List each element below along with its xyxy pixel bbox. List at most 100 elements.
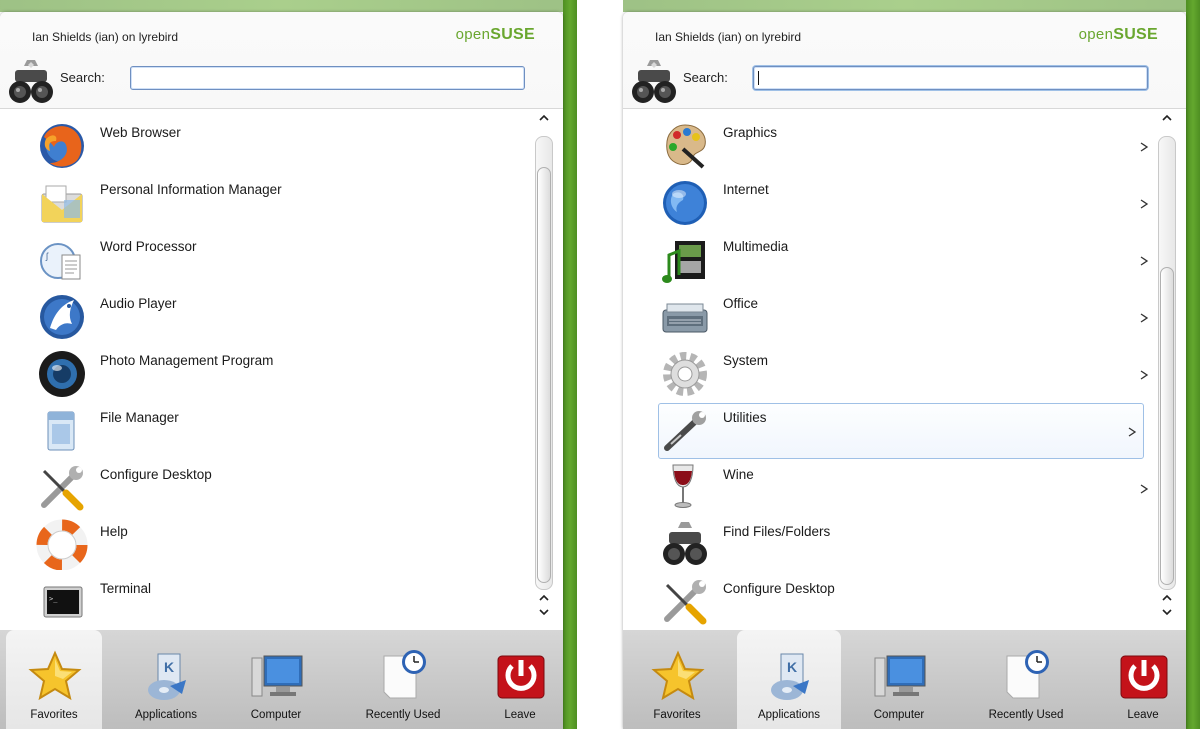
opensuse-logo: openSUSE [455,26,535,43]
list-item-configure-desktop[interactable]: Configure Desktop [659,575,1149,629]
utilities-icon [664,411,706,451]
list-item-label: Internet [723,182,769,197]
submenu-arrow-icon [1140,313,1149,323]
word-processor-icon: ʃ [40,243,81,280]
scrollbar-thumb[interactable] [537,167,551,583]
tab-label: Recently Used [988,709,1064,721]
list-item-label: Web Browser [100,125,181,140]
list-item-configure-desktop[interactable]: Configure Desktop [36,461,526,515]
list-item-label: Configure Desktop [723,581,835,596]
list-item-label: Audio Player [100,296,177,311]
svg-text:K: K [787,659,797,675]
list-item-label: Multimedia [723,239,789,254]
submenu-arrow-icon [1140,199,1149,209]
kickoff-menu-favorites: Ian Shields (ian) on lyrebird openSUSE S… [0,12,563,729]
search-input[interactable] [130,66,525,90]
list-item-label: Office [723,296,759,311]
tab-label: Computer [873,709,925,721]
list-item-label: Word Processor [100,239,197,254]
list-item-label: Graphics [723,125,778,140]
submenu-arrow-icon [1140,256,1149,266]
list-item-audio-player[interactable]: Audio Player [36,290,526,344]
submenu-arrow-icon [1128,427,1137,437]
list-item-wine[interactable]: Wine [659,461,1149,515]
opensuse-logo: openSUSE [1078,26,1158,43]
wine-glass-icon [672,464,694,508]
terminal-icon: >_ [43,586,83,618]
computer-icon [874,655,926,697]
list-item-multimedia[interactable]: Multimedia [659,233,1149,287]
binoculars-icon [9,60,53,103]
list-item-internet[interactable]: Internet [659,176,1149,230]
applications-icon: K [148,653,186,700]
search-label: Search: [60,70,105,85]
list-item-utilities[interactable]: Utilities [658,403,1144,459]
applications-icon: K [771,653,809,700]
list-item-label: Configure Desktop [100,467,212,482]
desktop-background [563,0,577,729]
office-icon [662,303,708,333]
list-item-label: System [723,353,769,368]
list-item-personal-information-manager[interactable]: Personal Information Manager [36,176,526,230]
list-item-label: Find Files/Folders [723,524,831,539]
desktop-background [1186,0,1200,729]
scrollbar-track[interactable] [1158,136,1176,590]
list-item-photo-management-program[interactable]: Photo Management Program [36,347,526,401]
star-icon [28,650,82,701]
list-item-office[interactable]: Office [659,290,1149,344]
tab-computer[interactable]: Computer [851,630,947,729]
tab-label: Leave [504,709,536,721]
tab-favorites[interactable]: Favorites [6,630,102,729]
list-item-web-browser[interactable]: Web Browser [36,119,526,173]
list-item-label: Help [100,524,128,539]
list-item-help[interactable]: Help [36,518,526,572]
scrollbar-thumb[interactable] [1160,267,1174,585]
leave-icon [497,655,545,699]
tab-leave[interactable]: Leave [1095,630,1186,729]
list-item-find-files-folders[interactable]: Find Files/Folders [659,518,1149,572]
menu-header: Ian Shields (ian) on lyrebird openSUSE S… [0,12,563,107]
tab-applications[interactable]: K Applications [118,630,214,729]
graphics-palette-icon [666,124,706,169]
star-icon [651,650,705,701]
scrollbar-track[interactable] [535,136,553,590]
multimedia-icon [662,241,705,283]
user-host-label: Ian Shields (ian) on lyrebird [655,30,802,44]
tab-computer[interactable]: Computer [228,630,324,729]
list-item-word-processor[interactable]: ʃ Word Processor [36,233,526,287]
submenu-arrow-icon [1140,370,1149,380]
tab-label: Favorites [30,709,78,721]
desktop-background [623,0,1186,12]
tab-label: Recently Used [365,709,441,721]
search-input[interactable] [753,66,1148,90]
tab-applications[interactable]: K Applications [737,630,841,729]
tab-leave[interactable]: Leave [472,630,563,729]
scroll-up-down-arrows[interactable] [1161,592,1173,618]
tab-label: Favorites [653,709,701,721]
scroll-up-down-arrows[interactable] [538,592,550,618]
photo-icon [39,351,85,397]
list-item-system[interactable]: System [659,347,1149,401]
file-manager-icon [47,411,75,451]
internet-globe-icon [663,181,707,225]
firefox-icon [40,124,84,168]
scroll-up-arrow[interactable] [1161,112,1173,124]
tab-recently-used[interactable]: Recently Used [348,630,458,729]
binoculars-icon [632,60,676,103]
tab-bar: Favorites K Applications Computer Recent… [0,630,563,729]
recently-used-icon [1006,650,1049,699]
list-item-file-manager[interactable]: File Manager [36,404,526,458]
list-item-label: Personal Information Manager [100,182,282,197]
submenu-arrow-icon [1140,142,1149,152]
configure-icon [664,580,707,625]
tab-favorites[interactable]: Favorites [629,630,725,729]
favorites-list: Web Browser Personal Information Manager… [0,108,563,644]
applications-list: Graphics Internet Multimedia Office Syst… [623,108,1186,644]
svg-text:K: K [164,659,174,675]
tab-recently-used[interactable]: Recently Used [971,630,1081,729]
tab-label: Leave [1127,709,1159,721]
scroll-up-arrow[interactable] [538,112,550,124]
submenu-arrow-icon [1140,484,1149,494]
list-item-graphics[interactable]: Graphics [659,119,1149,173]
list-item-terminal[interactable]: >_ Terminal [36,575,526,629]
